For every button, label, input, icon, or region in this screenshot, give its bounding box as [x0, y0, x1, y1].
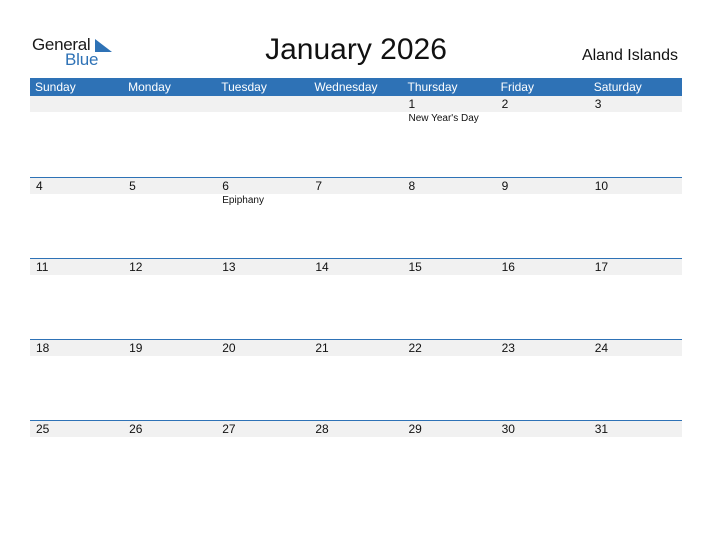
- day-cell: 16: [496, 259, 589, 275]
- day-cell: 23: [496, 340, 589, 356]
- day-number: 16: [501, 260, 515, 274]
- day-number: 20: [222, 341, 236, 355]
- day-number: 5: [129, 179, 136, 193]
- day-cell: 12: [123, 259, 216, 275]
- day-cell: 14: [309, 259, 402, 275]
- day-number: 26: [129, 422, 143, 436]
- day-number: 30: [501, 422, 515, 436]
- week-cells: 4 5 6 Epiphany 7 8 9 10: [30, 178, 682, 208]
- day-number: 3: [594, 97, 602, 111]
- week-cells: 1 New Year's Day 2 3: [30, 96, 682, 126]
- week-cells: 18 19 20 21 22 23 24: [30, 340, 682, 356]
- day-cell: 17: [589, 259, 682, 275]
- day-number: 17: [594, 260, 609, 274]
- weekday-monday: Monday: [128, 80, 171, 94]
- week-row: 1 New Year's Day 2 3: [30, 96, 682, 177]
- week-row: 4 5 6 Epiphany 7 8 9 10: [30, 177, 682, 258]
- day-cell: 31: [589, 421, 682, 437]
- day-number: 31: [594, 422, 609, 436]
- day-number: 10: [594, 179, 609, 193]
- day-cell: 9: [496, 178, 589, 208]
- day-number: 14: [315, 260, 329, 274]
- week-cells: 11 12 13 14 15 16 17: [30, 259, 682, 275]
- day-cell: 10: [589, 178, 682, 208]
- weeks-container: 1 New Year's Day 2 3 4 5 6 Epiphany 7 8 9 10 11 12 13 1…: [30, 96, 682, 501]
- day-cell: 20: [216, 340, 309, 356]
- day-cell: 26: [123, 421, 216, 437]
- day-cell: 13: [216, 259, 309, 275]
- day-cell: 22: [403, 340, 496, 356]
- weekday-tuesday: Tuesday: [221, 80, 267, 94]
- day-cell: 15: [403, 259, 496, 275]
- calendar-grid: Sunday Monday Tuesday Wednesday Thursday…: [30, 78, 682, 501]
- day-number: 8: [408, 179, 416, 193]
- day-number: 11: [36, 260, 49, 274]
- day-cell: 21: [309, 340, 402, 356]
- day-number: 24: [594, 341, 609, 355]
- day-cell: 3: [589, 96, 682, 126]
- day-cell: 25: [30, 421, 123, 437]
- week-row: 25 26 27 28 29 30 31: [30, 420, 682, 501]
- day-number: 18: [36, 341, 50, 355]
- day-number: 6: [222, 179, 229, 193]
- day-number: 21: [315, 341, 329, 355]
- day-number: 28: [315, 422, 329, 436]
- day-cell: 24: [589, 340, 682, 356]
- day-cell: 29: [403, 421, 496, 437]
- week-row: 11 12 13 14 15 16 17: [30, 258, 682, 339]
- week-row: 18 19 20 21 22 23 24: [30, 339, 682, 420]
- day-number: 13: [222, 260, 236, 274]
- day-number: 19: [129, 341, 143, 355]
- day-number: 9: [501, 179, 509, 193]
- week-cells: 25 26 27 28 29 30 31: [30, 421, 682, 437]
- day-cell: 8: [403, 178, 496, 208]
- holiday-label: Epiphany: [222, 195, 264, 206]
- day-number: 29: [408, 422, 422, 436]
- day-number: 12: [129, 260, 143, 274]
- day-cell: 27: [216, 421, 309, 437]
- day-cell: 7: [309, 178, 402, 208]
- day-number: 2: [501, 97, 509, 111]
- day-number: 4: [36, 179, 43, 193]
- weekday-friday: Friday: [500, 80, 534, 94]
- day-cell: 19: [123, 340, 216, 356]
- day-cell: 28: [309, 421, 402, 437]
- day-number: 1: [408, 97, 416, 111]
- day-number: [222, 96, 309, 112]
- day-cell: [216, 96, 309, 126]
- weekday-wednesday: Wednesday: [314, 80, 378, 94]
- day-cell: 6 Epiphany: [216, 178, 309, 208]
- day-number: 22: [408, 341, 422, 355]
- day-cell: 11: [30, 259, 123, 275]
- day-number: 23: [501, 341, 515, 355]
- holiday-label: New Year's Day: [408, 113, 479, 124]
- day-cell: [30, 96, 123, 126]
- day-cell: 2: [496, 96, 589, 126]
- day-cell: 5: [123, 178, 216, 208]
- day-cell: 1 New Year's Day: [403, 96, 496, 126]
- weekday-saturday: Saturday: [593, 80, 642, 94]
- weekday-thursday: Thursday: [407, 80, 458, 94]
- country-label: Aland Islands: [581, 47, 678, 64]
- day-cell: [123, 96, 216, 126]
- day-number: [315, 96, 402, 112]
- day-cell: 4: [30, 178, 123, 208]
- day-cell: 18: [30, 340, 123, 356]
- day-number: [129, 96, 216, 112]
- day-cell: 30: [496, 421, 589, 437]
- weekday-header: Sunday Monday Tuesday Wednesday Thursday…: [30, 78, 682, 96]
- day-number: [36, 96, 123, 112]
- day-cell: [309, 96, 402, 126]
- day-number: 25: [36, 422, 50, 436]
- day-number: 15: [408, 260, 422, 274]
- day-number: 27: [222, 422, 236, 436]
- day-number: 7: [315, 179, 323, 193]
- weekday-sunday: Sunday: [35, 80, 76, 94]
